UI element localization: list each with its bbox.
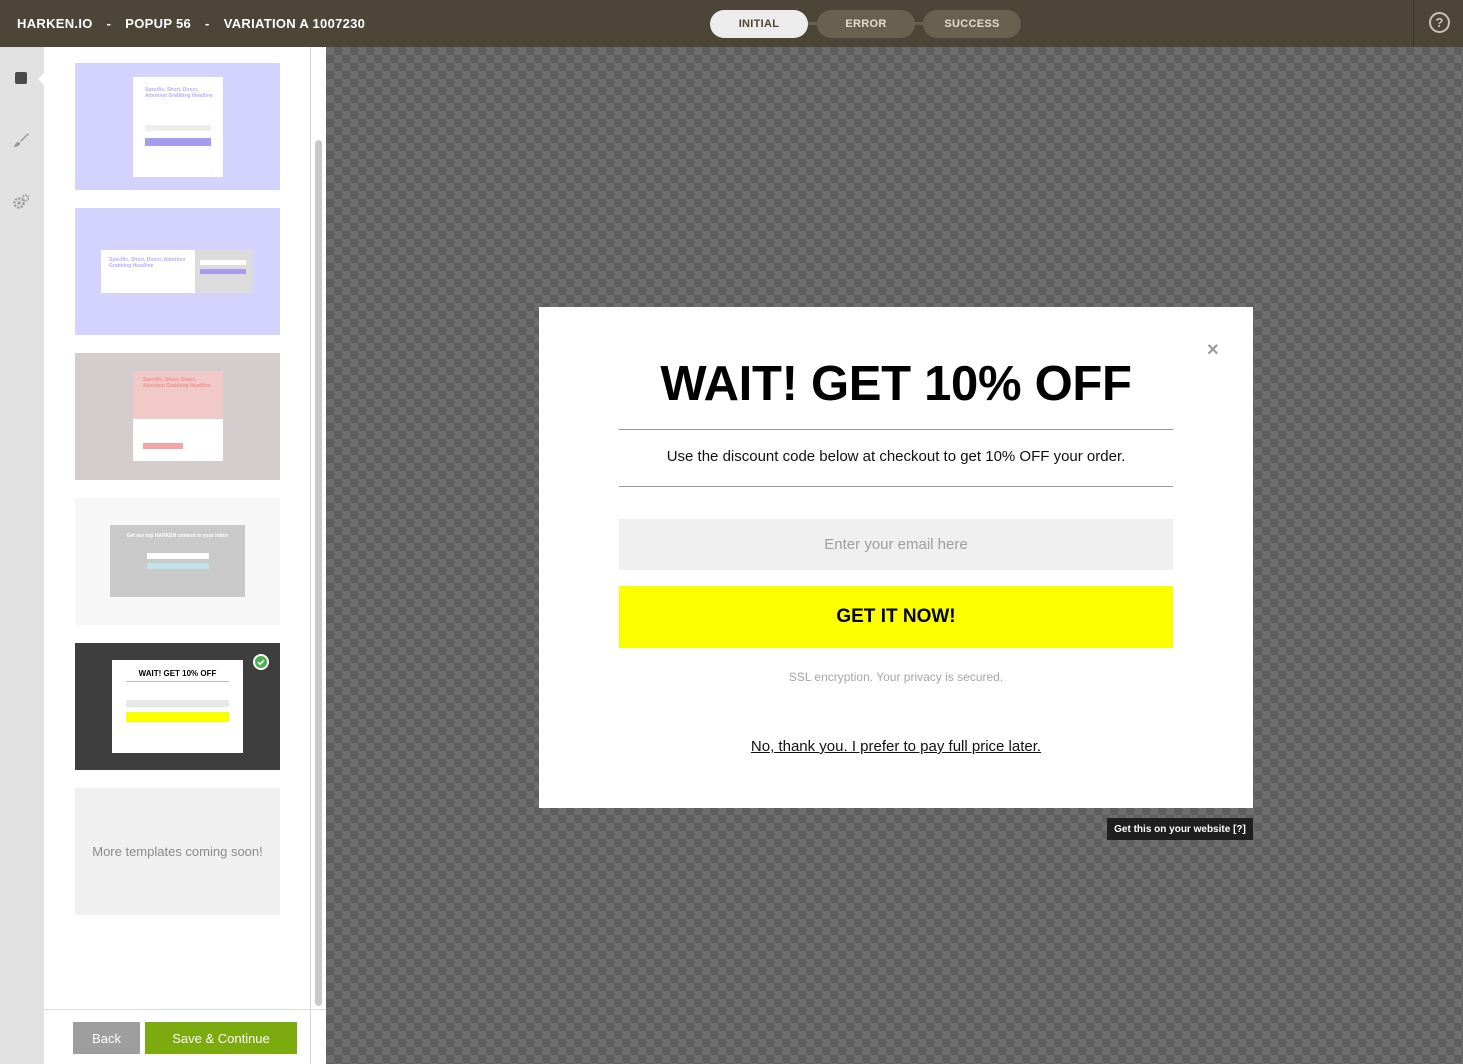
gears-icon[interactable] — [10, 191, 32, 213]
divider — [1413, 0, 1414, 47]
check-circle-icon — [253, 654, 269, 670]
thumbnail-headline: WAIT! GET 10% OFF — [138, 669, 217, 678]
thumbnail-button — [145, 138, 211, 146]
back-button[interactable]: Back — [73, 1022, 140, 1054]
step-error[interactable]: ERROR — [817, 10, 915, 38]
template-thumbnail[interactable]: Specific, Short, Direct, Attention Grabb… — [75, 208, 280, 335]
paintbrush-icon[interactable] — [10, 129, 32, 151]
breadcrumb-variation: VARIATION A 1007230 — [223, 16, 366, 31]
popup-subtitle: Use the discount code below at checkout … — [666, 448, 1126, 465]
layout-square-icon[interactable] — [10, 67, 32, 89]
thumbnail-headline: Specific, Short, Direct, Attention Grabb… — [143, 377, 211, 389]
get-this-badge[interactable]: Get this on your website [?] — [1107, 818, 1253, 840]
top-bar: HARKEN.IO - POPUP 56 - VARIATION A 10072… — [0, 0, 1463, 47]
template-thumbnail[interactable]: Specific, Short, Direct, Attention Grabb… — [75, 63, 280, 190]
thumbnail-field — [145, 125, 211, 131]
tool-rail — [0, 47, 45, 1064]
thumbnail-field — [147, 553, 209, 559]
decline-link[interactable]: No, thank you. I prefer to pay full pric… — [539, 738, 1253, 755]
template-thumbnail[interactable]: Specific, Short, Direct, Attention Grabb… — [75, 353, 280, 480]
help-icon[interactable]: ? — [1429, 12, 1450, 33]
popup-title: WAIT! GET 10% OFF — [660, 357, 1132, 411]
panel-scrollbar[interactable] — [315, 140, 322, 1006]
popup-divider — [619, 429, 1173, 430]
thumbnail-rule — [126, 681, 229, 682]
step-initial[interactable]: INITIAL — [710, 10, 808, 38]
more-templates-placeholder: More templates coming soon! — [75, 788, 280, 915]
thumbnail-button — [143, 443, 183, 449]
popup-divider — [619, 486, 1173, 487]
privacy-note: SSL encryption. Your privacy is secured. — [788, 670, 1004, 684]
breadcrumb-separator: - — [205, 16, 210, 31]
thumbnail-headline: Specific, Short, Direct, Attention Grabb… — [145, 87, 213, 99]
thumbnail-field — [126, 700, 229, 707]
footer-divider — [44, 1009, 326, 1010]
breadcrumb-separator: - — [106, 16, 112, 31]
decline-link-label[interactable]: No, thank you. I prefer to pay full pric… — [751, 738, 1041, 755]
save-continue-button[interactable]: Save & Continue — [145, 1022, 297, 1054]
breadcrumb: HARKEN.IO - POPUP 56 - VARIATION A 10072… — [17, 0, 365, 47]
thumbnail-button — [147, 563, 209, 569]
thumbnail-headline: Specific, Short, Direct, Attention Grabb… — [109, 257, 186, 269]
breadcrumb-brand[interactable]: HARKEN.IO — [17, 16, 93, 31]
thumbnail-headline: Get our top HARKEN content in your inbox — [126, 533, 229, 539]
step-success[interactable]: SUCCESS — [923, 10, 1021, 38]
thumbnail-button — [126, 712, 229, 722]
breadcrumb-popup[interactable]: POPUP 56 — [125, 16, 191, 31]
panel-divider — [310, 47, 311, 1064]
template-thumbnail[interactable]: Get our top HARKEN content in your inbox — [75, 498, 280, 625]
email-field[interactable] — [619, 519, 1173, 570]
thumbnail-field — [200, 260, 246, 265]
template-thumbnail-selected[interactable]: WAIT! GET 10% OFF — [75, 643, 280, 770]
get-it-now-button[interactable]: GET IT NOW! — [619, 586, 1173, 648]
thumbnail-button — [200, 269, 246, 274]
